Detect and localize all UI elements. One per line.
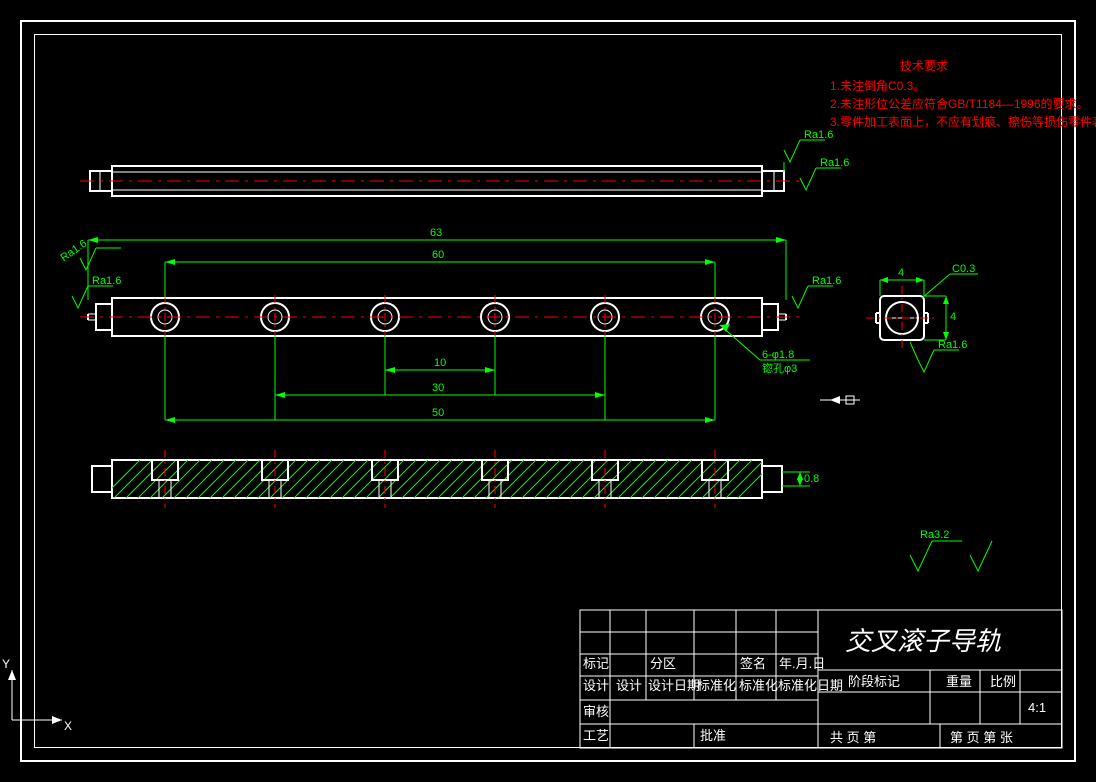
tech-req-line3: 3.零件加工表面上，不应有划痕、擦伤等损伤零件表面的缺陷。 [830, 114, 1096, 129]
dim-innerspan: 50 [165, 336, 715, 423]
part-name: 交叉滚子导轨 [845, 627, 1001, 656]
svg-text:0.8: 0.8 [804, 473, 819, 485]
hole-callout: 6-φ1.8 锪孔φ3 [720, 324, 810, 375]
drawing-canvas: 技术要求 1.未注倒角C0.3。 2.未注形位公差应符合GB/T1184—199… [0, 0, 1096, 782]
view-section: 4 4 C0.3 Ra1.6 [866, 263, 978, 372]
svg-text:4: 4 [950, 311, 956, 323]
svg-text:设计: 设计 [616, 678, 642, 693]
surf-ra16-right: Ra1.6 [792, 275, 841, 308]
view-hatched: 0.8 [92, 450, 819, 508]
svg-text:年.月.日: 年.月.日 [779, 656, 825, 671]
svg-text:4: 4 [898, 267, 904, 279]
svg-text:30: 30 [432, 382, 444, 394]
svg-text:共 页 第: 共 页 第 [830, 730, 876, 745]
svg-text:标准化: 标准化 [697, 678, 736, 693]
svg-text:Y: Y [2, 657, 10, 671]
svg-text:标准化日期: 标准化日期 [778, 678, 843, 693]
surf-ra16-section: Ra1.6 [910, 339, 967, 372]
surf-ra16-left-upper: Ra1.6 [58, 238, 121, 270]
svg-text:设计: 设计 [583, 678, 609, 693]
tech-req-line1: 1.未注倒角C0.3。 [830, 78, 925, 93]
surf-ra16-top-b: Ra1.6 [800, 157, 849, 190]
svg-text:63: 63 [430, 227, 442, 239]
section-arrows [820, 396, 860, 404]
svg-text:Ra3.2: Ra3.2 [920, 529, 949, 541]
svg-text:60: 60 [432, 249, 444, 261]
tech-req-line2: 2.未注形位公差应符合GB/T1184—1996的要求。 [830, 96, 1089, 111]
svg-text:Ra1.6: Ra1.6 [804, 129, 833, 141]
view-top: Ra1.6 Ra1.6 [80, 129, 849, 196]
svg-text:标记: 标记 [583, 656, 609, 671]
svg-text:Ra1.6: Ra1.6 [812, 275, 841, 287]
svg-text:Ra1.6: Ra1.6 [938, 339, 967, 351]
tech-requirements: 技术要求 1.未注倒角C0.3。 2.未注形位公差应符合GB/T1184—199… [830, 59, 1096, 129]
svg-text:批准: 批准 [700, 728, 726, 743]
svg-text:签名: 签名 [740, 656, 766, 671]
view-front: 63 60 10 30 50 [58, 227, 841, 423]
scale-value: 4:1 [1028, 700, 1046, 715]
svg-text:Ra1.6: Ra1.6 [92, 275, 121, 287]
svg-text:阶段标记: 阶段标记 [848, 674, 900, 689]
svg-text:10: 10 [434, 357, 446, 369]
dim-holespan: 60 [165, 249, 715, 298]
general-surface-symbol: Ra3.2 [910, 529, 992, 571]
svg-text:6-φ1.8: 6-φ1.8 [762, 349, 794, 361]
svg-text:重量: 重量 [946, 674, 972, 689]
title-block: 交叉滚子导轨 标记 分区 签名 年.月.日 设计 设计 设计日期 标准化 标准化… [580, 610, 1062, 748]
svg-text:50: 50 [432, 407, 444, 419]
svg-text:Ra1.6: Ra1.6 [820, 157, 849, 169]
svg-text:比例: 比例 [990, 674, 1016, 689]
dim-overall: 63 [88, 227, 786, 300]
ucs-icon: Y X [2, 657, 72, 733]
svg-text:C0.3: C0.3 [952, 263, 975, 275]
svg-text:分区: 分区 [650, 656, 676, 671]
svg-text:审核: 审核 [583, 704, 609, 719]
svg-text:第 页 第 张: 第 页 第 张 [950, 730, 1013, 745]
tech-req-title: 技术要求 [900, 59, 948, 73]
svg-text:标准化: 标准化 [739, 678, 778, 693]
svg-text:设计日期: 设计日期 [648, 678, 700, 693]
svg-text:X: X [64, 719, 72, 733]
svg-text:Ra1.6: Ra1.6 [58, 238, 89, 265]
svg-text:工艺: 工艺 [583, 728, 609, 743]
svg-text:锪孔φ3: 锪孔φ3 [762, 362, 797, 375]
